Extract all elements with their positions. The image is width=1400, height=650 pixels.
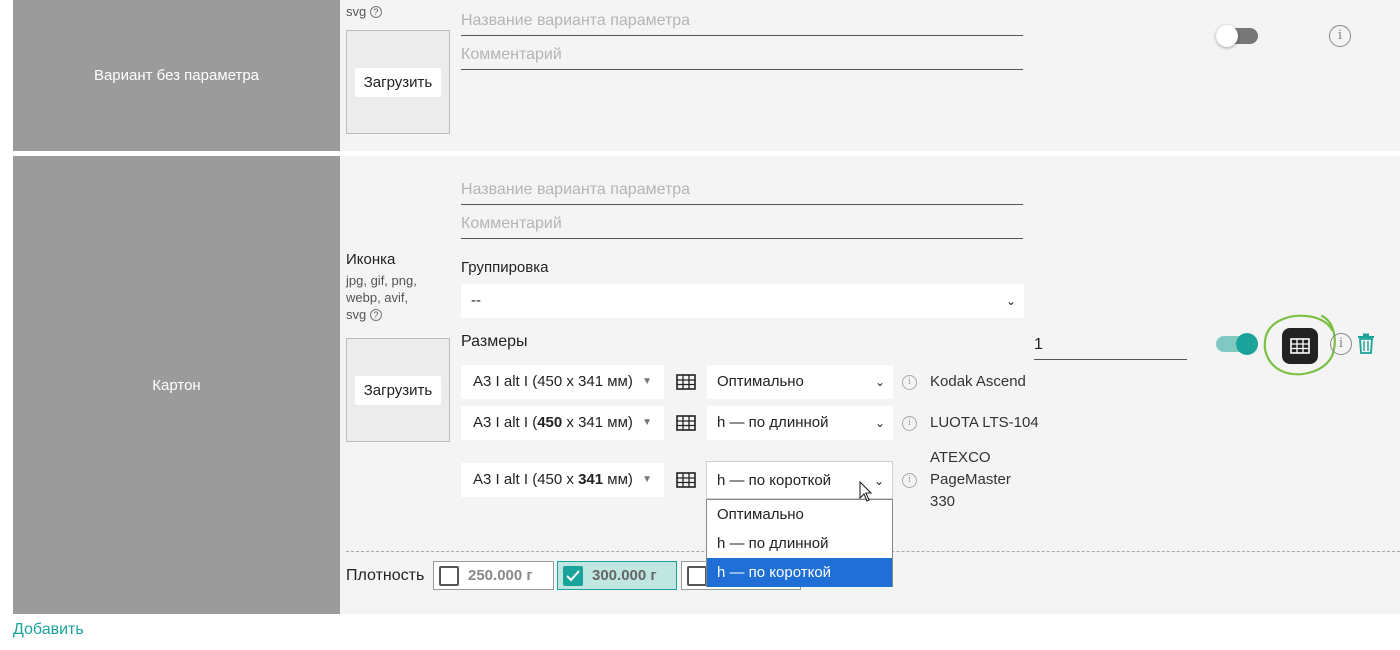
- table-icon[interactable]: [676, 415, 696, 431]
- comment-input[interactable]: Комментарий: [461, 210, 1023, 239]
- chevron-down-icon: ⌄: [1005, 294, 1016, 308]
- orientation-dropdown-list: Оптимально h — по длинной h — по коротко…: [706, 499, 893, 587]
- icon-label: Иконка: [346, 251, 396, 268]
- upload-button[interactable]: Загрузить: [354, 67, 442, 97]
- enabled-toggle[interactable]: [1216, 25, 1258, 47]
- size-select[interactable]: A3 I alt I (450 x 341 мм) ▼: [461, 463, 664, 497]
- quantity-input[interactable]: 1: [1034, 331, 1187, 360]
- help-icon[interactable]: ?: [369, 6, 382, 18]
- size-select[interactable]: A3 I alt I (450 x 341 мм) ▼: [461, 365, 664, 399]
- icon-upload-area[interactable]: Загрузить: [346, 338, 450, 442]
- caret-down-icon: ▼: [642, 417, 652, 428]
- info-icon[interactable]: i: [902, 375, 917, 390]
- printer-name: Kodak Ascend: [930, 373, 1026, 390]
- grouping-label: Группировка: [461, 259, 549, 276]
- density-label: Плотность: [346, 567, 425, 584]
- info-icon[interactable]: i: [1329, 25, 1351, 47]
- orientation-select[interactable]: Оптимально ⌄: [707, 365, 893, 399]
- add-link[interactable]: Добавить: [13, 621, 84, 639]
- checkbox-checked[interactable]: [563, 566, 583, 586]
- info-icon[interactable]: i: [902, 473, 917, 488]
- info-icon[interactable]: i: [1330, 333, 1352, 355]
- trash-icon[interactable]: [1357, 333, 1375, 354]
- dropdown-option[interactable]: h — по длинной: [707, 529, 892, 558]
- icon-formats: jpg, gif, png, webp, avif, svg ?: [346, 273, 417, 322]
- row-label: Вариант без параметра: [13, 0, 340, 151]
- chevron-down-icon: ⌄: [873, 474, 884, 488]
- enabled-toggle[interactable]: [1216, 333, 1258, 355]
- variant-name-input[interactable]: Название варианта параметра: [461, 7, 1023, 36]
- size-select[interactable]: A3 I alt I (450 x 341 мм) ▼: [461, 406, 664, 440]
- row-label: Картон: [13, 156, 340, 614]
- orientation-select[interactable]: h — по длинной ⌄: [707, 406, 893, 440]
- printer-name: LUOTA LTS-104: [930, 414, 1039, 431]
- upload-button[interactable]: Загрузить: [354, 375, 442, 405]
- help-icon[interactable]: ?: [369, 309, 382, 321]
- caret-down-icon: ▼: [642, 474, 652, 485]
- chevron-down-icon: ⌄: [874, 416, 885, 430]
- grouping-select[interactable]: -- ⌄: [461, 284, 1024, 318]
- dropdown-option[interactable]: Оптимально: [707, 500, 892, 529]
- table-icon[interactable]: [676, 472, 696, 488]
- sizes-label: Размеры: [461, 333, 528, 350]
- toggle-knob: [1216, 25, 1238, 47]
- table-icon[interactable]: [676, 374, 696, 390]
- dropdown-option-selected[interactable]: h — по короткой: [707, 558, 892, 587]
- chevron-down-icon: ⌄: [874, 375, 885, 389]
- mouse-cursor-icon: [859, 481, 873, 502]
- check-icon: [566, 570, 580, 582]
- checkbox[interactable]: [439, 566, 459, 586]
- toggle-knob: [1236, 333, 1258, 355]
- table-icon: [1290, 338, 1310, 354]
- checkbox[interactable]: [687, 566, 707, 586]
- icon-formats: svg ?: [346, 3, 382, 20]
- info-icon[interactable]: i: [902, 416, 917, 431]
- printer-name: ATEXCO PageMaster 330: [930, 449, 1011, 510]
- icon-upload-area[interactable]: Загрузить: [346, 30, 450, 134]
- variant-name-input[interactable]: Название варианта параметра: [461, 176, 1023, 205]
- caret-down-icon: ▼: [642, 376, 652, 387]
- density-option[interactable]: 250.000 г: [433, 561, 554, 590]
- table-settings-button[interactable]: [1282, 328, 1318, 364]
- density-option-checked[interactable]: 300.000 г: [557, 561, 677, 590]
- comment-input[interactable]: Комментарий: [461, 41, 1023, 70]
